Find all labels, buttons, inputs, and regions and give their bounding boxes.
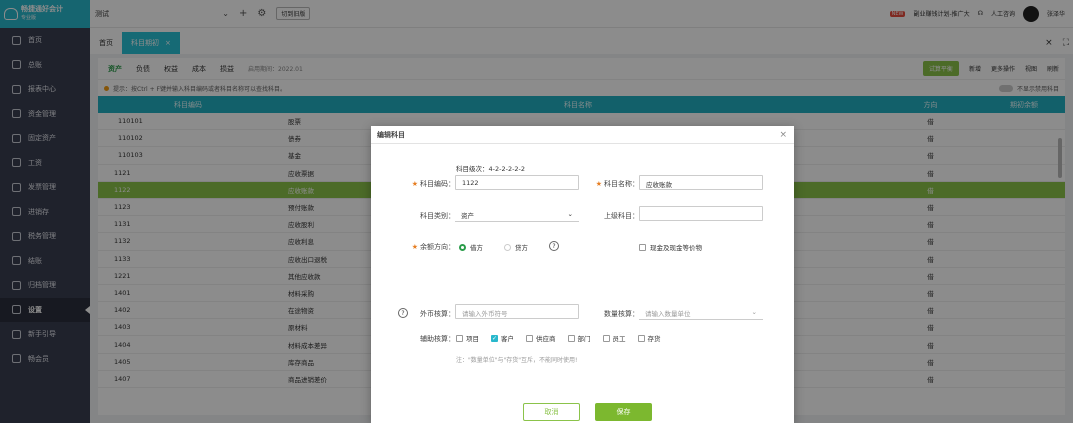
checkbox-icon	[456, 334, 463, 342]
parent-subject-input[interactable]	[639, 206, 763, 221]
credit-label: 贷方	[515, 244, 528, 252]
name-label: 科目名称：	[604, 180, 639, 188]
aux-checkbox-4[interactable]: 员工	[602, 333, 626, 343]
dialog-title: 编辑科目	[377, 130, 405, 139]
required-mark: ★	[411, 243, 418, 251]
required-mark: ★	[595, 180, 602, 188]
required-mark: ★	[411, 180, 418, 188]
currency-input[interactable]: 请输入外币符号	[455, 304, 579, 319]
chevron-down-icon: ⌄	[751, 308, 757, 316]
aux-checkbox-0[interactable]: 项目	[456, 333, 479, 343]
debit-label: 借方	[470, 244, 483, 252]
chevron-down-icon: ⌄	[567, 210, 573, 218]
aux-accounting-options: 项目 ✓ 客户 供应商 部门 员工 存货	[456, 333, 661, 343]
cancel-button[interactable]: 取消	[523, 403, 580, 421]
direction-label: 余额方向：	[420, 243, 455, 251]
subject-name-input[interactable]: 应收账款	[639, 175, 763, 190]
aux-label: 员工	[612, 335, 626, 343]
category-label: 科目类别：	[420, 212, 455, 220]
radio-credit[interactable]: 贷方	[504, 242, 528, 252]
checkbox-icon	[567, 334, 575, 342]
note-text: 注："数量单位"与"存货"互斥，不能同时使用!	[456, 357, 578, 364]
aux-label: 客户	[501, 335, 514, 343]
parent-label: 上级科目：	[604, 212, 639, 220]
quantity-placeholder: 请输入数量单位	[645, 310, 691, 318]
aux-label: 存货	[647, 335, 661, 343]
cash-equivalent-checkbox[interactable]: 现金及现金等价物	[639, 242, 702, 252]
aux-label: 辅助核算：	[420, 335, 455, 343]
radio-dot-icon	[504, 243, 511, 251]
aux-checkbox-2[interactable]: 供应商	[526, 333, 556, 343]
currency-label: 外币核算：	[420, 310, 455, 318]
category-select[interactable]: 资产 ⌄	[455, 207, 579, 222]
checkbox-icon	[637, 334, 645, 342]
checkbox-icon	[526, 334, 533, 342]
close-icon[interactable]: ×	[779, 130, 787, 140]
edit-subject-dialog: 编辑科目 × 科目级次：4-2-2-2-2-2 ★ 科目编码： 1122 ★ 科目名称…	[371, 126, 794, 423]
subject-level-info: 科目级次：4-2-2-2-2-2	[456, 165, 526, 173]
quantity-label: 数量核算：	[604, 310, 639, 318]
checkbox-icon	[602, 334, 610, 342]
aux-label: 部门	[577, 335, 591, 343]
quantity-unit-select[interactable]: 请输入数量单位 ⌄	[639, 305, 763, 320]
cash-label: 现金及现金等价物	[650, 244, 702, 252]
aux-label: 供应商	[536, 335, 556, 343]
save-button[interactable]: 保存	[595, 403, 652, 421]
category-value: 资产	[461, 212, 474, 220]
aux-label: 项目	[466, 335, 479, 343]
subject-code-input[interactable]: 1122	[455, 175, 579, 190]
aux-checkbox-3[interactable]: 部门	[567, 333, 591, 343]
checkbox-icon: ✓	[491, 334, 498, 342]
aux-checkbox-5[interactable]: 存货	[637, 333, 661, 343]
help-icon[interactable]: ?	[549, 241, 559, 251]
checkbox-icon	[639, 243, 646, 251]
radio-debit[interactable]: 借方	[459, 242, 483, 252]
aux-checkbox-1[interactable]: ✓ 客户	[491, 333, 514, 343]
code-label: 科目编码：	[420, 180, 455, 188]
radio-dot-icon	[459, 243, 466, 251]
